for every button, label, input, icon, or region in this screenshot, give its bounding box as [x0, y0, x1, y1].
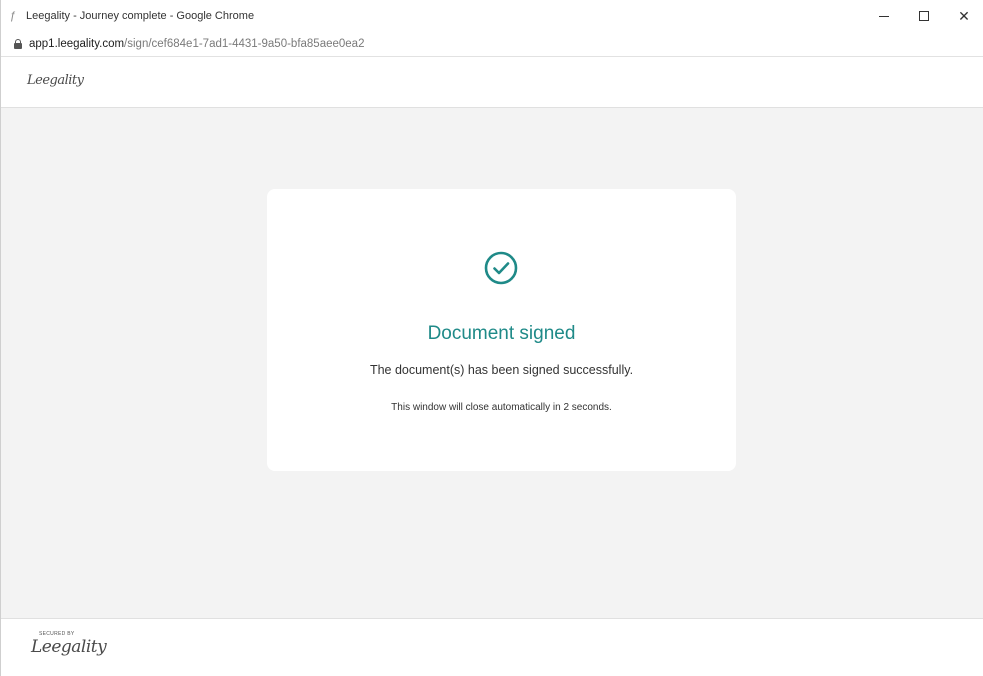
maximize-icon: [919, 11, 929, 21]
success-card: Document signed The document(s) has been…: [267, 189, 736, 471]
leegality-logo: Leegality: [27, 73, 84, 88]
close-icon: ✕: [958, 7, 970, 24]
address-bar[interactable]: app1.leegality.com/sign/cef684e1-7ad1-44…: [1, 32, 983, 57]
lock-icon[interactable]: [14, 39, 22, 49]
url-host: app1.leegality.com: [29, 38, 125, 50]
maximize-button[interactable]: [904, 0, 944, 32]
minimize-icon: [879, 15, 889, 17]
close-button[interactable]: ✕: [944, 0, 983, 32]
browser-window: ƒ Leegality - Journey complete - Google …: [0, 0, 983, 676]
minimize-button[interactable]: [864, 0, 904, 32]
favicon-icon: ƒ: [10, 10, 17, 22]
card-title: Document signed: [427, 323, 576, 344]
main-content: Document signed The document(s) has been…: [1, 108, 983, 618]
auto-close-note: This window will close automatically in …: [391, 402, 612, 413]
app-header: Leegality: [1, 57, 983, 108]
title-bar: ƒ Leegality - Journey complete - Google …: [1, 0, 983, 32]
url-text[interactable]: app1.leegality.com/sign/cef684e1-7ad1-44…: [29, 38, 364, 50]
footer-leegality-logo: Leegality: [31, 637, 107, 657]
url-path: /sign/cef684e1-7ad1-4431-9a50-bfa85aee0e…: [124, 38, 365, 50]
footer: SECURED BY Leegality: [1, 618, 983, 676]
window-title: Leegality - Journey complete - Google Ch…: [26, 10, 255, 22]
check-circle-icon: [484, 251, 518, 285]
window-controls: ✕: [864, 0, 983, 32]
success-message: The document(s) has been signed successf…: [369, 363, 634, 377]
